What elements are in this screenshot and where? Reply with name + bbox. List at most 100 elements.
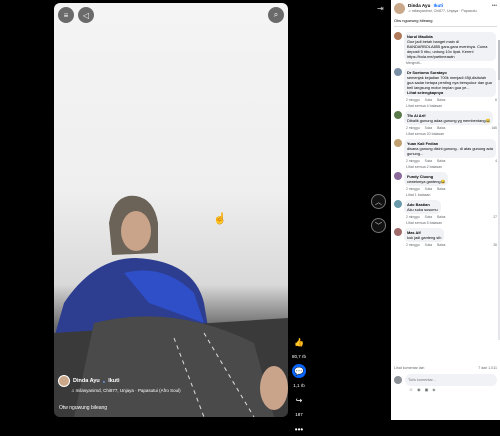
likes-count: 80,7 rb (291, 354, 306, 359)
comment-actions: 2 minggu Suka Balas 166 (406, 126, 497, 130)
commenter-avatar[interactable] (394, 32, 402, 40)
comment-bubble: Ado Bastian Aku suka susumu (404, 200, 441, 214)
comment-text: kok jadi ganteng sih (407, 235, 442, 240)
comment-bubble: Tfo Al Arif Dibalik gunung adaa gunung yg… (404, 111, 494, 125)
reply-button[interactable]: Balas (437, 243, 445, 247)
comments-list: Nurul Maulida Gue jadi betah banget main … (391, 27, 500, 249)
compose-tools: ☺ ◉ ▣ ◈ (409, 387, 435, 392)
like-comment-button[interactable]: Suka (425, 215, 433, 219)
share-icon[interactable]: ↪ (292, 393, 306, 407)
panel-author[interactable]: Dinda Ayu (408, 3, 430, 8)
reply-button[interactable]: Balas (437, 159, 445, 163)
view-replies-link[interactable]: Lihat semua 5 balasan (406, 221, 497, 225)
follow-button[interactable]: Ikuti (108, 378, 119, 384)
commenter-avatar[interactable] (394, 200, 402, 208)
comment-time: 2 minggu (406, 243, 420, 247)
comments-count: 1,1 rb (293, 383, 305, 388)
shares-count: 187 (295, 412, 303, 417)
commenter-avatar[interactable] (394, 139, 402, 147)
comment-input[interactable] (405, 374, 497, 386)
verified-icon: ● (102, 378, 106, 384)
video-author[interactable]: Dinda Ayu (73, 378, 100, 384)
reaction-count: 166 (491, 126, 497, 130)
reply-button[interactable]: Balas (437, 126, 445, 130)
view-replies-link[interactable]: Lihat semua 4 balasan (406, 104, 497, 108)
comment-time: 2 minggu (406, 187, 420, 191)
comment-bubble: Yuan Kali Fedian disana gunung disini gun… (404, 139, 496, 158)
commenter-avatar[interactable] (394, 172, 402, 180)
comment-item: Yuan Kali Fedian disana gunung disini gun… (394, 139, 497, 169)
commenter-avatar[interactable] (394, 68, 402, 76)
previous-video-button[interactable]: ︿ (371, 194, 386, 209)
view-replies-link[interactable]: Lihat 1 balasan (406, 193, 497, 197)
comment-time: 2 minggu (406, 159, 420, 163)
comment-text: disana gunung disini gunung.. di atas gu… (407, 146, 493, 156)
compose-area: ☺ ◉ ▣ ◈ (394, 374, 497, 392)
reply-button[interactable]: Balas (437, 215, 445, 219)
comment-actions: 2 minggu Suka Balas (406, 187, 497, 191)
panel-audio[interactable]: ♫ milasyanimd, Chi877, Unjaya · Papasutu (408, 9, 477, 13)
reaction-count: 4 (495, 159, 497, 163)
see-more-link[interactable]: Lihat selengkapnya (407, 90, 493, 95)
like-comment-button[interactable]: Suka (425, 187, 433, 191)
comment-item: Tfo Al Arif Dibalik gunung adaa gunung yg… (394, 111, 497, 136)
video-audio[interactable]: ♫ milasyanimd, Chi877, Unjaya · Papasutu… (71, 388, 238, 393)
panel-description: Otw nguwung bileang (394, 18, 433, 23)
comment-time: 2 minggu (406, 215, 420, 219)
comment-text: semenjak kejadian 700k menjadi 45jt,disi… (407, 75, 492, 90)
mute-icon[interactable]: ◁ (78, 7, 94, 23)
hand-cursor-icon: ☝ (213, 213, 227, 225)
like-comment-button[interactable]: Suka (425, 98, 433, 102)
reaction-count: 26 (493, 243, 497, 247)
comment-bubble: Fundy Cluong cewekmya ganteng😂 (404, 172, 449, 186)
commenter-avatar[interactable] (394, 228, 402, 236)
emoji-icon[interactable]: ☺ (409, 387, 413, 392)
more-icon[interactable]: ••• (492, 3, 497, 9)
avatar[interactable] (58, 375, 70, 387)
comment-item: Dr Soetomo Suratayo semenjak kejadian 700… (394, 68, 497, 108)
comment-text: cewekmya ganteng😂 (407, 179, 446, 184)
panel-header: Dinda Ayu Ikuti ♫ milasyanimd, Chi877, U… (391, 0, 500, 14)
reply-button[interactable]: Balas (437, 98, 445, 102)
like-icon[interactable]: 👍 (292, 335, 306, 349)
action-rail: 👍 80,7 rb 💬 1,1 rb ↪ 187 ••• (290, 335, 308, 436)
video-frame (54, 195, 288, 417)
video-caption: Otw nguwung bileang (59, 405, 108, 411)
comment-text: Dibalik gunung adaa gunung yg membentang… (407, 118, 491, 123)
video-meta: Dinda Ayu ● Ikuti ♫ milasyanimd, Chi877,… (58, 375, 238, 393)
next-video-button[interactable]: ﹀ (371, 218, 386, 233)
video-player[interactable]: ≡ ◁ ⌕ Dinda Ayu ● Ikuti ♫ milasyanimd, C… (54, 3, 288, 417)
commenter-avatar[interactable] (394, 111, 402, 119)
comment-actions: 2 minggu Suka Balas 6 (406, 98, 497, 102)
comments-footer: Lihat komentar lain 7 dari 1.011 (394, 366, 497, 370)
comment-text: Aku suka susumu (407, 207, 438, 212)
comments-counter: 7 dari 1.011 (478, 366, 497, 370)
author-avatar[interactable] (394, 3, 405, 14)
sticker-icon[interactable]: ◈ (432, 387, 435, 392)
panel-follow-button[interactable]: Ikuti (434, 3, 443, 8)
view-replies-link[interactable]: Lihat semua 2 balasan (406, 165, 497, 169)
comment-item: Mas Alf kok jadi ganteng sih 2 minggu Suka B… (394, 228, 497, 247)
search-icon[interactable]: ⌕ (268, 7, 284, 23)
more-comments-link[interactable]: Lihat komentar lain (394, 366, 424, 370)
like-comment-button[interactable]: Suka (425, 126, 433, 130)
comments-panel: Dinda Ayu Ikuti ♫ milasyanimd, Chi877, U… (391, 0, 500, 420)
comment-time: 2 minggu (406, 126, 420, 130)
like-comment-button[interactable]: Suka (425, 159, 433, 163)
comment-actions: 2 minggu Suka Balas 4 (406, 159, 497, 163)
view-replies-link[interactable]: Lihat semua 20 balasan (406, 132, 497, 136)
comment-status: Mengedit... (406, 61, 423, 65)
like-comment-button[interactable]: Suka (425, 243, 433, 247)
comment-bubble: Nurul Maulida Gue jadi betah banget main … (404, 32, 496, 61)
reaction-count: 6 (495, 98, 497, 102)
comment-item: Ado Bastian Aku suka susumu 2 minggu Suka Ba… (394, 200, 497, 225)
comment-text: Gue jadi betah banget main di BANDARBOLA… (407, 39, 488, 59)
menu-icon[interactable]: ≡ (58, 7, 74, 23)
comment-icon[interactable]: 💬 (292, 364, 306, 378)
exit-icon[interactable]: ⇥ (377, 4, 384, 13)
camera-icon[interactable]: ◉ (417, 387, 421, 392)
gif-icon[interactable]: ▣ (425, 387, 429, 392)
reaction-count: 27 (493, 215, 497, 219)
more-icon[interactable]: ••• (292, 422, 306, 436)
reply-button[interactable]: Balas (437, 187, 445, 191)
